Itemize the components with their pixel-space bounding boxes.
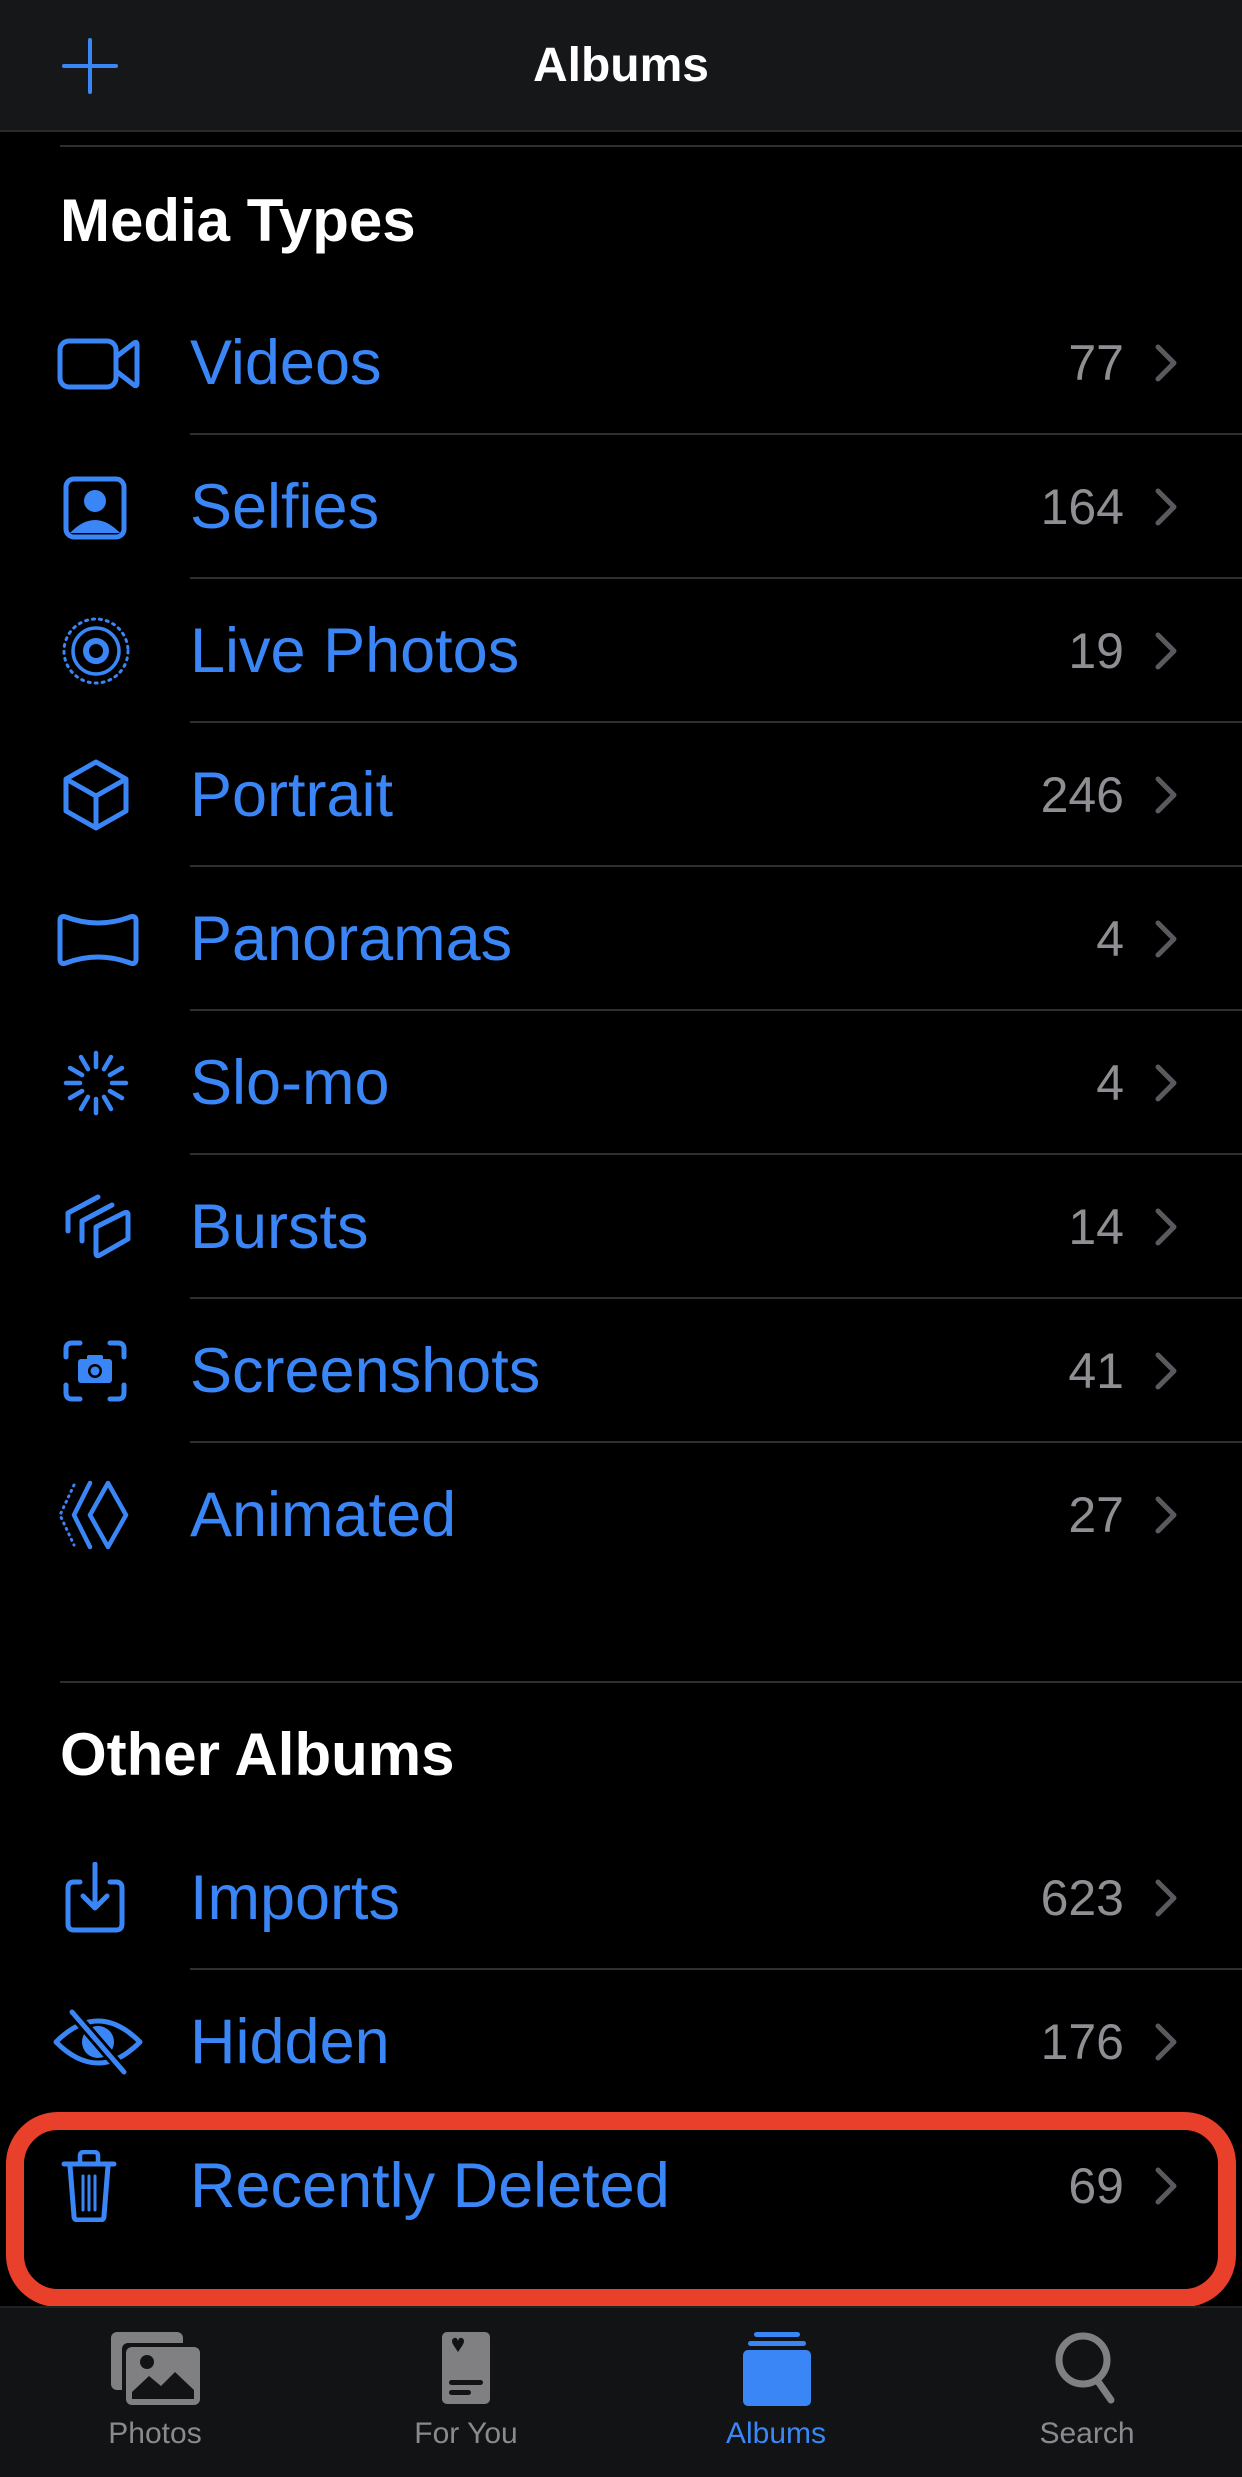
album-label: Recently Deleted <box>190 2151 670 2221</box>
section-title-other-albums: Other Albums <box>60 1721 455 1788</box>
tab-photos[interactable]: Photos <box>0 2308 310 2477</box>
album-count: 41 <box>1068 1343 1124 1399</box>
chevron-right-icon <box>1155 1352 1177 1390</box>
screenshot-camera-icon <box>52 1335 144 1407</box>
album-row-recently-deleted[interactable]: Recently Deleted 69 <box>0 2114 1242 2258</box>
tab-search[interactable]: Search <box>932 2308 1242 2477</box>
chevron-right-icon <box>1155 488 1177 526</box>
album-count: 164 <box>1040 479 1124 535</box>
chevron-right-icon <box>1155 344 1177 382</box>
chevron-right-icon <box>1155 632 1177 670</box>
panorama-icon <box>52 903 144 975</box>
magnifier-icon <box>1041 2330 1133 2406</box>
nav-header: Albums <box>0 0 1242 132</box>
bursts-icon <box>52 1191 144 1263</box>
album-label: Portrait <box>190 760 394 830</box>
album-count: 19 <box>1068 623 1124 679</box>
tab-label: For You <box>414 2417 518 2450</box>
tab-albums[interactable]: Albums <box>621 2308 931 2477</box>
chevron-right-icon <box>1155 776 1177 814</box>
album-label: Panoramas <box>190 904 513 974</box>
page-title: Albums <box>532 39 709 92</box>
for-you-card-icon <box>420 2330 512 2406</box>
album-row-imports[interactable]: Imports 623 <box>0 1826 1242 1970</box>
selfie-portrait-icon <box>52 471 144 543</box>
album-label: Screenshots <box>190 1336 541 1406</box>
album-row-hidden[interactable]: Hidden 176 <box>0 1970 1242 2114</box>
album-label: Imports <box>190 1863 401 1933</box>
album-count: 246 <box>1040 767 1124 823</box>
album-count: 69 <box>1068 2158 1124 2214</box>
album-count: 27 <box>1068 1487 1124 1543</box>
album-count: 14 <box>1068 1199 1124 1255</box>
chevron-right-icon <box>1155 2167 1177 2205</box>
album-count: 4 <box>1096 1055 1124 1111</box>
photos-stack-icon <box>109 2330 201 2406</box>
album-label: Selfies <box>190 472 380 542</box>
tab-label: Albums <box>725 2417 827 2450</box>
tab-bar: Photos For You Albums Search <box>0 2306 1242 2477</box>
slo-mo-icon <box>52 1047 144 1119</box>
chevron-right-icon <box>1155 2023 1177 2061</box>
live-photo-icon <box>52 615 144 687</box>
album-row-videos[interactable]: Videos 77 <box>0 291 1242 435</box>
album-label: Live Photos <box>190 616 520 686</box>
eye-slash-icon <box>52 2006 144 2078</box>
section-title-media-types: Media Types <box>60 187 416 254</box>
album-label: Hidden <box>190 2007 390 2077</box>
chevron-right-icon <box>1155 1879 1177 1917</box>
album-row-live-photos[interactable]: Live Photos 19 <box>0 579 1242 723</box>
divider <box>60 145 1242 147</box>
tab-for-you[interactable]: For You <box>311 2308 621 2477</box>
album-label: Animated <box>190 1480 457 1550</box>
album-row-bursts[interactable]: Bursts 14 <box>0 1155 1242 1299</box>
animated-diamond-icon <box>52 1479 144 1551</box>
tab-label: Photos <box>108 2417 202 2450</box>
trash-icon <box>52 2150 144 2222</box>
section-divider <box>60 1681 1242 1683</box>
tab-label: Search <box>1039 2417 1135 2450</box>
album-row-panoramas[interactable]: Panoramas 4 <box>0 867 1242 1011</box>
album-label: Slo-mo <box>190 1048 390 1118</box>
album-row-selfies[interactable]: Selfies 164 <box>0 435 1242 579</box>
album-label: Videos <box>190 328 382 398</box>
chevron-right-icon <box>1155 1064 1177 1102</box>
import-tray-icon <box>52 1862 144 1934</box>
album-count: 77 <box>1068 335 1124 391</box>
video-camera-icon <box>52 327 144 399</box>
album-count: 4 <box>1096 911 1124 967</box>
album-row-portrait[interactable]: Portrait 246 <box>0 723 1242 867</box>
album-count: 623 <box>1040 1870 1124 1926</box>
album-row-screenshots[interactable]: Screenshots 41 <box>0 1299 1242 1443</box>
album-row-slo-mo[interactable]: Slo-mo 4 <box>0 1011 1242 1155</box>
album-count: 176 <box>1040 2014 1124 2070</box>
cube-icon <box>52 759 144 831</box>
album-row-animated[interactable]: Animated 27 <box>0 1443 1242 1587</box>
chevron-right-icon <box>1155 920 1177 958</box>
album-label: Bursts <box>190 1192 369 1262</box>
chevron-right-icon <box>1155 1496 1177 1534</box>
albums-stack-icon <box>730 2330 822 2406</box>
chevron-right-icon <box>1155 1208 1177 1246</box>
